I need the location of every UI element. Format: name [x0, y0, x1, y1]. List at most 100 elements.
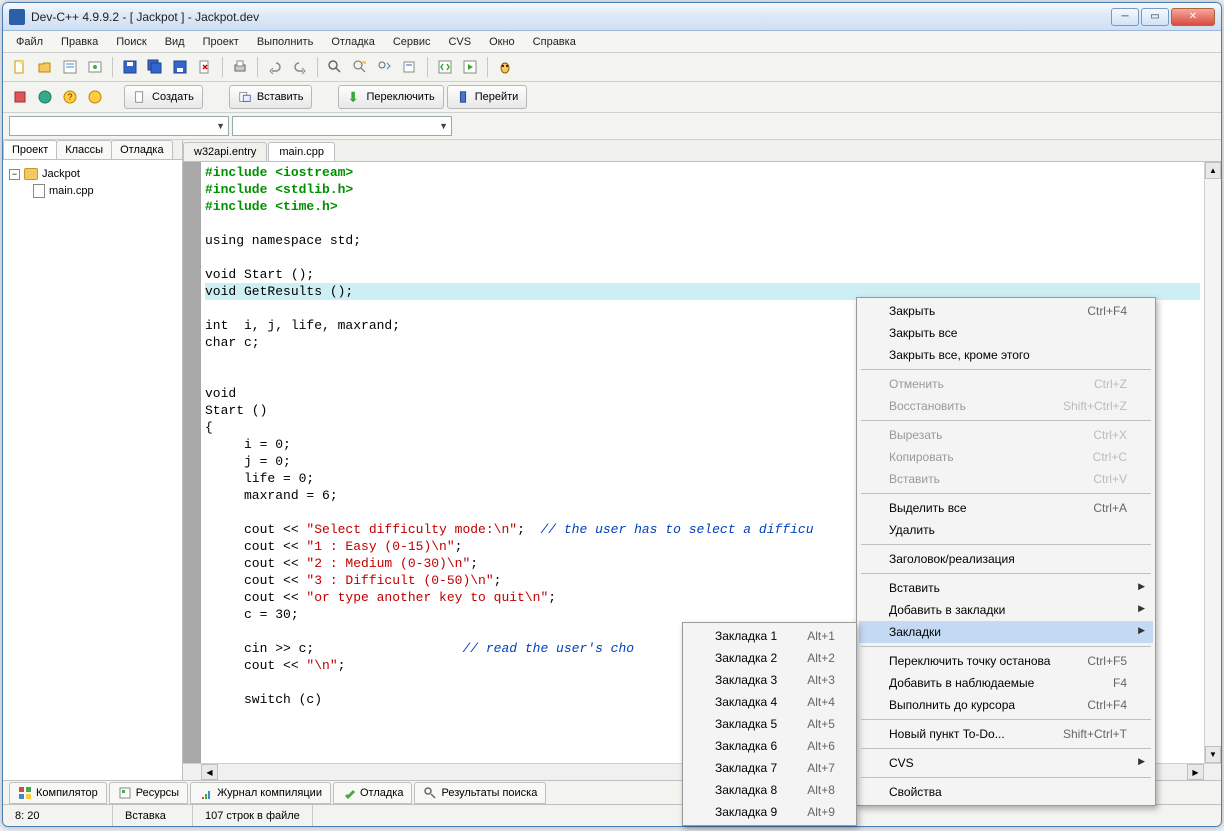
- create-button[interactable]: Создать: [124, 85, 203, 109]
- bookmark-7[interactable]: Закладка 7Alt+7: [685, 757, 854, 779]
- save-icon[interactable]: [119, 56, 141, 78]
- scroll-down-icon[interactable]: ▼: [1205, 746, 1221, 763]
- bookmark-9[interactable]: Закладка 9Alt+9: [685, 801, 854, 823]
- project-panel-tabs: Проект Классы Отладка: [3, 140, 182, 160]
- menu-tools[interactable]: Сервис: [384, 33, 440, 51]
- btab-search-results[interactable]: Результаты поиска: [414, 782, 546, 804]
- ctx-add-bookmark[interactable]: Добавить в закладки▶: [859, 599, 1153, 621]
- close-file-icon[interactable]: [194, 56, 216, 78]
- tree-collapse-icon[interactable]: −: [9, 169, 20, 180]
- help-icon[interactable]: [34, 86, 56, 108]
- menu-cvs[interactable]: CVS: [439, 33, 480, 51]
- insert-button[interactable]: Вставить: [229, 85, 313, 109]
- properties-icon[interactable]: [59, 56, 81, 78]
- find-next-icon[interactable]: [374, 56, 396, 78]
- print-icon[interactable]: [229, 56, 251, 78]
- status-position: 8: 20: [3, 805, 113, 826]
- new-file-icon[interactable]: [9, 56, 31, 78]
- book-icon[interactable]: [9, 86, 31, 108]
- tab-debug[interactable]: Отладка: [111, 140, 172, 159]
- tree-project-label: Jackpot: [42, 168, 80, 180]
- about-icon[interactable]: [84, 86, 106, 108]
- menubar: Файл Правка Поиск Вид Проект Выполнить О…: [3, 31, 1221, 53]
- redo-icon[interactable]: [289, 56, 311, 78]
- close-button[interactable]: ✕: [1171, 8, 1215, 26]
- bookmark-3[interactable]: Закладка 3Alt+3: [685, 669, 854, 691]
- goto-line-icon[interactable]: [399, 56, 421, 78]
- tab-main-cpp[interactable]: main.cpp: [268, 142, 335, 161]
- ctx-close[interactable]: ЗакрытьCtrl+F4: [859, 300, 1153, 322]
- maximize-button[interactable]: ▭: [1141, 8, 1169, 26]
- menu-project[interactable]: Проект: [194, 33, 248, 51]
- btab-compiler[interactable]: Компилятор: [9, 782, 107, 804]
- tab-w32api[interactable]: w32api.entry: [183, 142, 267, 161]
- menu-debug[interactable]: Отладка: [322, 33, 383, 51]
- ctx-close-others[interactable]: Закрыть все, кроме этого: [859, 344, 1153, 366]
- scroll-up-icon[interactable]: ▲: [1205, 162, 1221, 179]
- debug-icon[interactable]: [494, 56, 516, 78]
- bookmark-4[interactable]: Закладка 4Alt+4: [685, 691, 854, 713]
- goto-button[interactable]: Перейти: [447, 85, 528, 109]
- scroll-left-icon[interactable]: ◀: [201, 764, 218, 780]
- ctx-insert[interactable]: Вставить▶: [859, 577, 1153, 599]
- btab-compile-log[interactable]: Журнал компиляции: [190, 782, 331, 804]
- bookmark-5[interactable]: Закладка 5Alt+5: [685, 713, 854, 735]
- ctx-cut: ВырезатьCtrl+X: [859, 424, 1153, 446]
- vertical-scrollbar[interactable]: ▲ ▼: [1204, 162, 1221, 763]
- btab-debug[interactable]: Отладка: [333, 782, 412, 804]
- bookmark-1[interactable]: Закладка 1Alt+1: [685, 625, 854, 647]
- bookmarks-submenu: Закладка 1Alt+1 Закладка 2Alt+2 Закладка…: [682, 622, 857, 826]
- toggle-button[interactable]: Переключить: [338, 85, 443, 109]
- tab-project[interactable]: Проект: [3, 140, 57, 159]
- bookmark-2[interactable]: Закладка 2Alt+2: [685, 647, 854, 669]
- menu-edit[interactable]: Правка: [52, 33, 107, 51]
- tab-classes[interactable]: Классы: [56, 140, 112, 159]
- bookmark-8[interactable]: Закладка 8Alt+8: [685, 779, 854, 801]
- save-all-icon[interactable]: [144, 56, 166, 78]
- undo-icon[interactable]: [264, 56, 286, 78]
- new-project-icon[interactable]: [84, 56, 106, 78]
- titlebar[interactable]: Dev-C++ 4.9.9.2 - [ Jackpot ] - Jackpot.…: [3, 3, 1221, 31]
- ctx-add-watch[interactable]: Добавить в наблюдаемыеF4: [859, 672, 1153, 694]
- tree-file-main[interactable]: main.cpp: [33, 182, 176, 200]
- context-menu: ЗакрытьCtrl+F4 Закрыть все Закрыть все, …: [856, 297, 1156, 806]
- open-file-icon[interactable]: [34, 56, 56, 78]
- compile-icon[interactable]: [434, 56, 456, 78]
- menu-execute[interactable]: Выполнить: [248, 33, 322, 51]
- bookmark-6[interactable]: Закладка 6Alt+6: [685, 735, 854, 757]
- ctx-cvs[interactable]: CVS▶: [859, 752, 1153, 774]
- ctx-header-impl[interactable]: Заголовок/реализация: [859, 548, 1153, 570]
- ctx-run-to-cursor[interactable]: Выполнить до курсораCtrl+F4: [859, 694, 1153, 716]
- scroll-right-icon[interactable]: ▶: [1187, 764, 1204, 780]
- ctx-properties[interactable]: Свойства: [859, 781, 1153, 803]
- window-title: Dev-C++ 4.9.9.2 - [ Jackpot ] - Jackpot.…: [31, 10, 1111, 24]
- run-icon[interactable]: [459, 56, 481, 78]
- toolbar-1: [3, 53, 1221, 82]
- combo-class[interactable]: ▼: [9, 116, 229, 136]
- save-project-icon[interactable]: [169, 56, 191, 78]
- folder-icon: [24, 168, 38, 180]
- minimize-button[interactable]: ─: [1111, 8, 1139, 26]
- editor-gutter: [183, 162, 201, 763]
- ctx-delete[interactable]: Удалить: [859, 519, 1153, 541]
- replace-icon[interactable]: [349, 56, 371, 78]
- menu-window[interactable]: Окно: [480, 33, 524, 51]
- question-icon[interactable]: ?: [59, 86, 81, 108]
- menu-file[interactable]: Файл: [7, 33, 52, 51]
- find-icon[interactable]: [324, 56, 346, 78]
- ctx-new-todo[interactable]: Новый пункт To-Do...Shift+Ctrl+T: [859, 723, 1153, 745]
- ctx-select-all[interactable]: Выделить всеCtrl+A: [859, 497, 1153, 519]
- menu-help[interactable]: Справка: [524, 33, 585, 51]
- menu-search[interactable]: Поиск: [107, 33, 155, 51]
- ctx-copy: КопироватьCtrl+C: [859, 446, 1153, 468]
- combo-member[interactable]: ▼: [232, 116, 452, 136]
- btab-resources[interactable]: Ресурсы: [109, 782, 188, 804]
- tree-project-root[interactable]: − Jackpot: [9, 166, 176, 182]
- ctx-bookmarks[interactable]: Закладки▶: [859, 621, 1153, 643]
- status-mode: Вставка: [113, 805, 193, 826]
- ctx-toggle-breakpoint[interactable]: Переключить точку остановаCtrl+F5: [859, 650, 1153, 672]
- project-tree: − Jackpot main.cpp: [3, 160, 182, 780]
- tree-file-label: main.cpp: [49, 185, 94, 197]
- menu-view[interactable]: Вид: [156, 33, 194, 51]
- ctx-close-all[interactable]: Закрыть все: [859, 322, 1153, 344]
